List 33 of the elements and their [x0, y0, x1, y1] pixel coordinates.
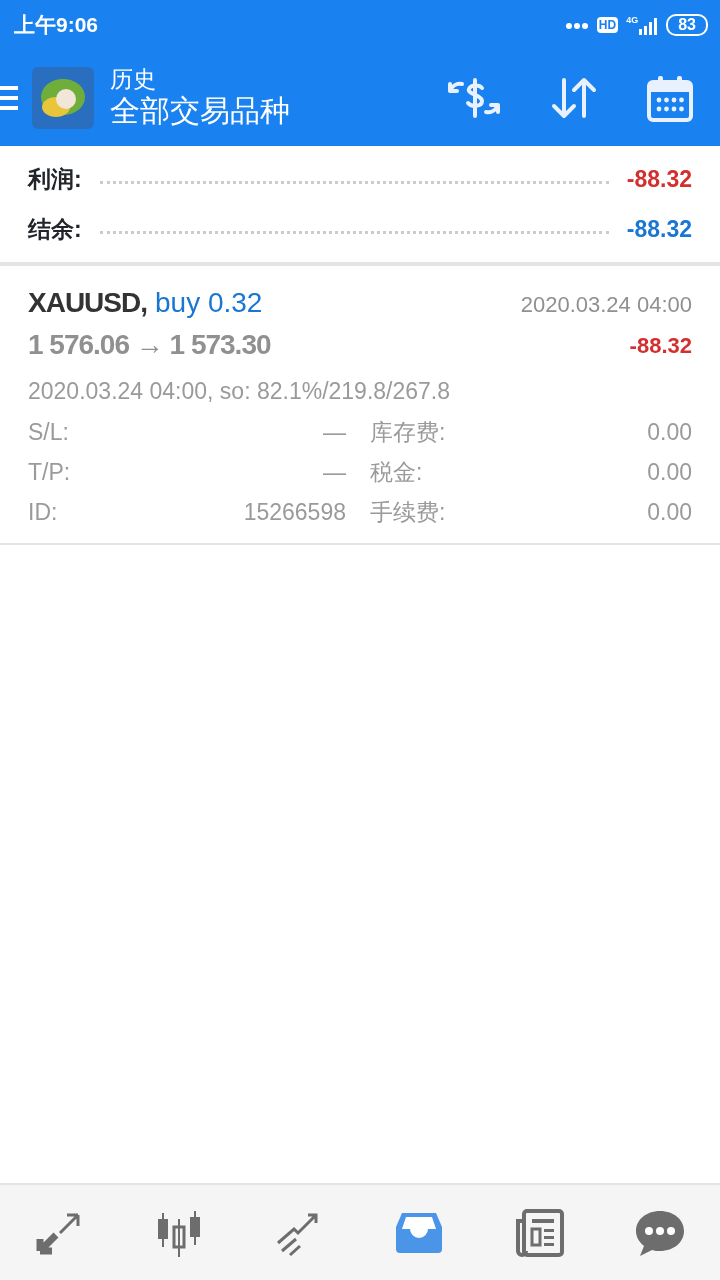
deal-symbol: XAUUSD,	[28, 286, 147, 320]
field-label: S/L:	[28, 417, 69, 447]
battery-level: 83	[666, 14, 708, 36]
calendar-icon[interactable]	[646, 74, 694, 122]
field-value: 0.00	[647, 497, 692, 527]
field-label: 手续费:	[370, 497, 446, 527]
field-label: 库存费:	[370, 417, 446, 447]
symbol-filter: 全部交易品种	[110, 92, 290, 129]
currency-exchange-icon[interactable]	[446, 76, 502, 120]
summary-value: -88.32	[626, 214, 692, 244]
clock-time: 上午9:06	[14, 12, 99, 39]
summary-value: -88.32	[626, 164, 692, 194]
deal-detail: 2020.03.24 04:00, so: 82.1%/219.8/267.8	[28, 377, 452, 406]
field-value: —	[323, 457, 346, 487]
sort-icon[interactable]	[550, 76, 598, 120]
signal-icon	[638, 15, 659, 35]
deal-time: 2020.03.24 04:00	[520, 291, 692, 319]
field-value: 0.00	[647, 417, 692, 447]
network-type: 4G	[626, 15, 639, 25]
field-value: 0.00	[647, 457, 692, 487]
summary-label: 利润:	[28, 164, 82, 194]
field-label: 税金:	[370, 457, 423, 487]
summary-label: 结余:	[28, 214, 82, 244]
deal-side: buy 0.32	[155, 286, 263, 320]
screen-title: 历史	[110, 67, 157, 93]
app-logo	[32, 67, 94, 129]
field-value: 15266598	[243, 497, 346, 527]
hd-indicator: HD	[596, 17, 619, 33]
deal-prices: 1 576.06 → 1 573.30	[28, 328, 271, 362]
deal-profit: -88.32	[629, 331, 692, 360]
field-value: —	[323, 417, 346, 447]
field-label: T/P:	[28, 457, 71, 487]
field-label: ID:	[28, 497, 58, 527]
